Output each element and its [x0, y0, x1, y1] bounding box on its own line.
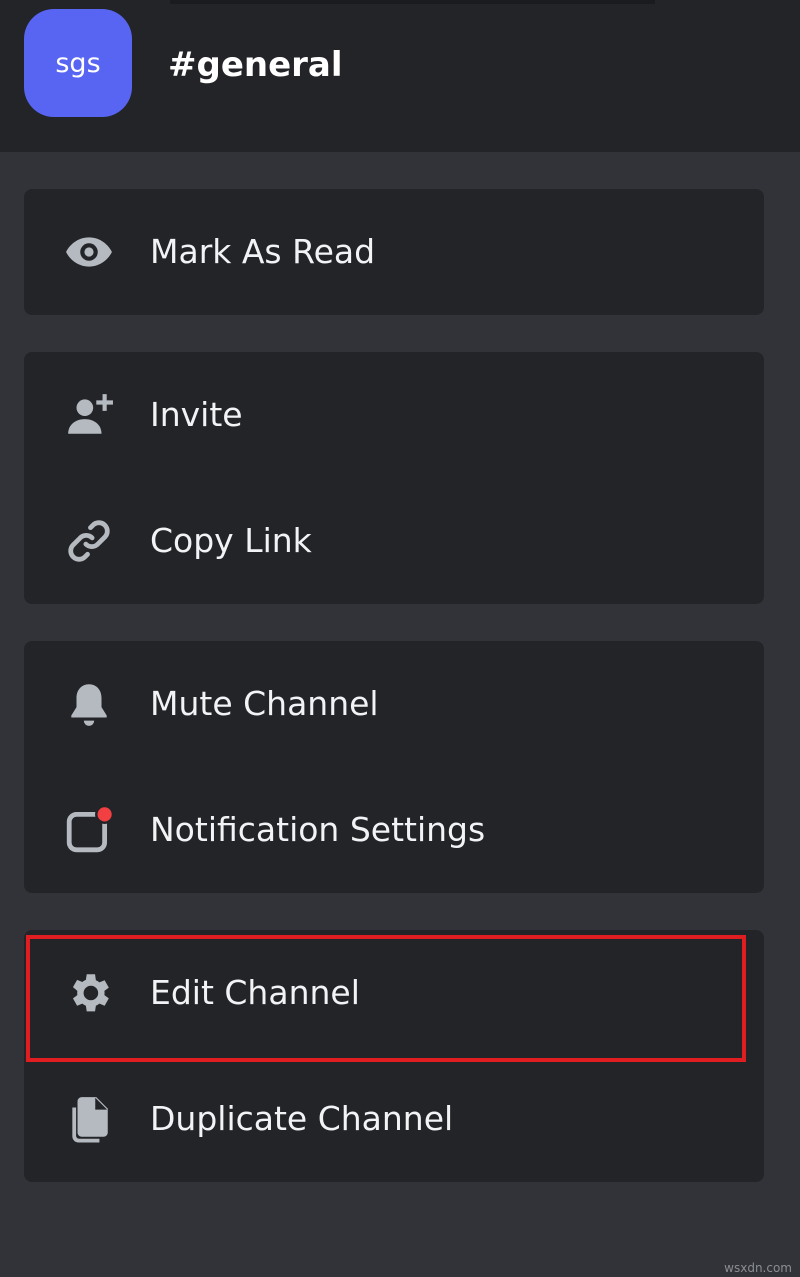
- edit-channel-item[interactable]: Edit Channel: [24, 930, 764, 1056]
- mark-as-read-label: Mark As Read: [150, 232, 376, 271]
- mark-as-read-item[interactable]: Mark As Read: [24, 189, 764, 315]
- notification-settings-label: Notification Settings: [150, 810, 486, 849]
- notification-settings-item[interactable]: Notification Settings: [24, 767, 764, 893]
- invite-label: Invite: [150, 395, 243, 434]
- bell-icon: [64, 679, 114, 729]
- invite-item[interactable]: Invite: [24, 352, 764, 478]
- top-strip: [170, 0, 655, 4]
- duplicate-icon: [64, 1094, 114, 1144]
- duplicate-channel-item[interactable]: Duplicate Channel: [24, 1056, 764, 1182]
- menu-group-channel: Edit Channel Duplicate Channel: [24, 930, 764, 1182]
- menu-group-share: Invite Copy Link: [24, 352, 764, 604]
- mute-channel-label: Mute Channel: [150, 684, 379, 723]
- menu-group-read: Mark As Read: [24, 189, 764, 315]
- watermark: wsxdn.com: [724, 1261, 792, 1275]
- add-user-icon: [64, 390, 114, 440]
- gear-icon: [64, 968, 114, 1018]
- notification-settings-icon: [64, 805, 114, 855]
- copy-link-label: Copy Link: [150, 521, 312, 560]
- menu-group-notifications: Mute Channel Notification Settings: [24, 641, 764, 893]
- link-icon: [64, 516, 114, 566]
- channel-title: #general: [168, 45, 343, 85]
- server-avatar[interactable]: sgs: [24, 9, 132, 117]
- eye-icon: [64, 227, 114, 277]
- channel-header: sgs #general: [0, 0, 800, 152]
- mute-channel-item[interactable]: Mute Channel: [24, 641, 764, 767]
- duplicate-channel-label: Duplicate Channel: [150, 1099, 454, 1138]
- copy-link-item[interactable]: Copy Link: [24, 478, 764, 604]
- edit-channel-label: Edit Channel: [150, 973, 360, 1012]
